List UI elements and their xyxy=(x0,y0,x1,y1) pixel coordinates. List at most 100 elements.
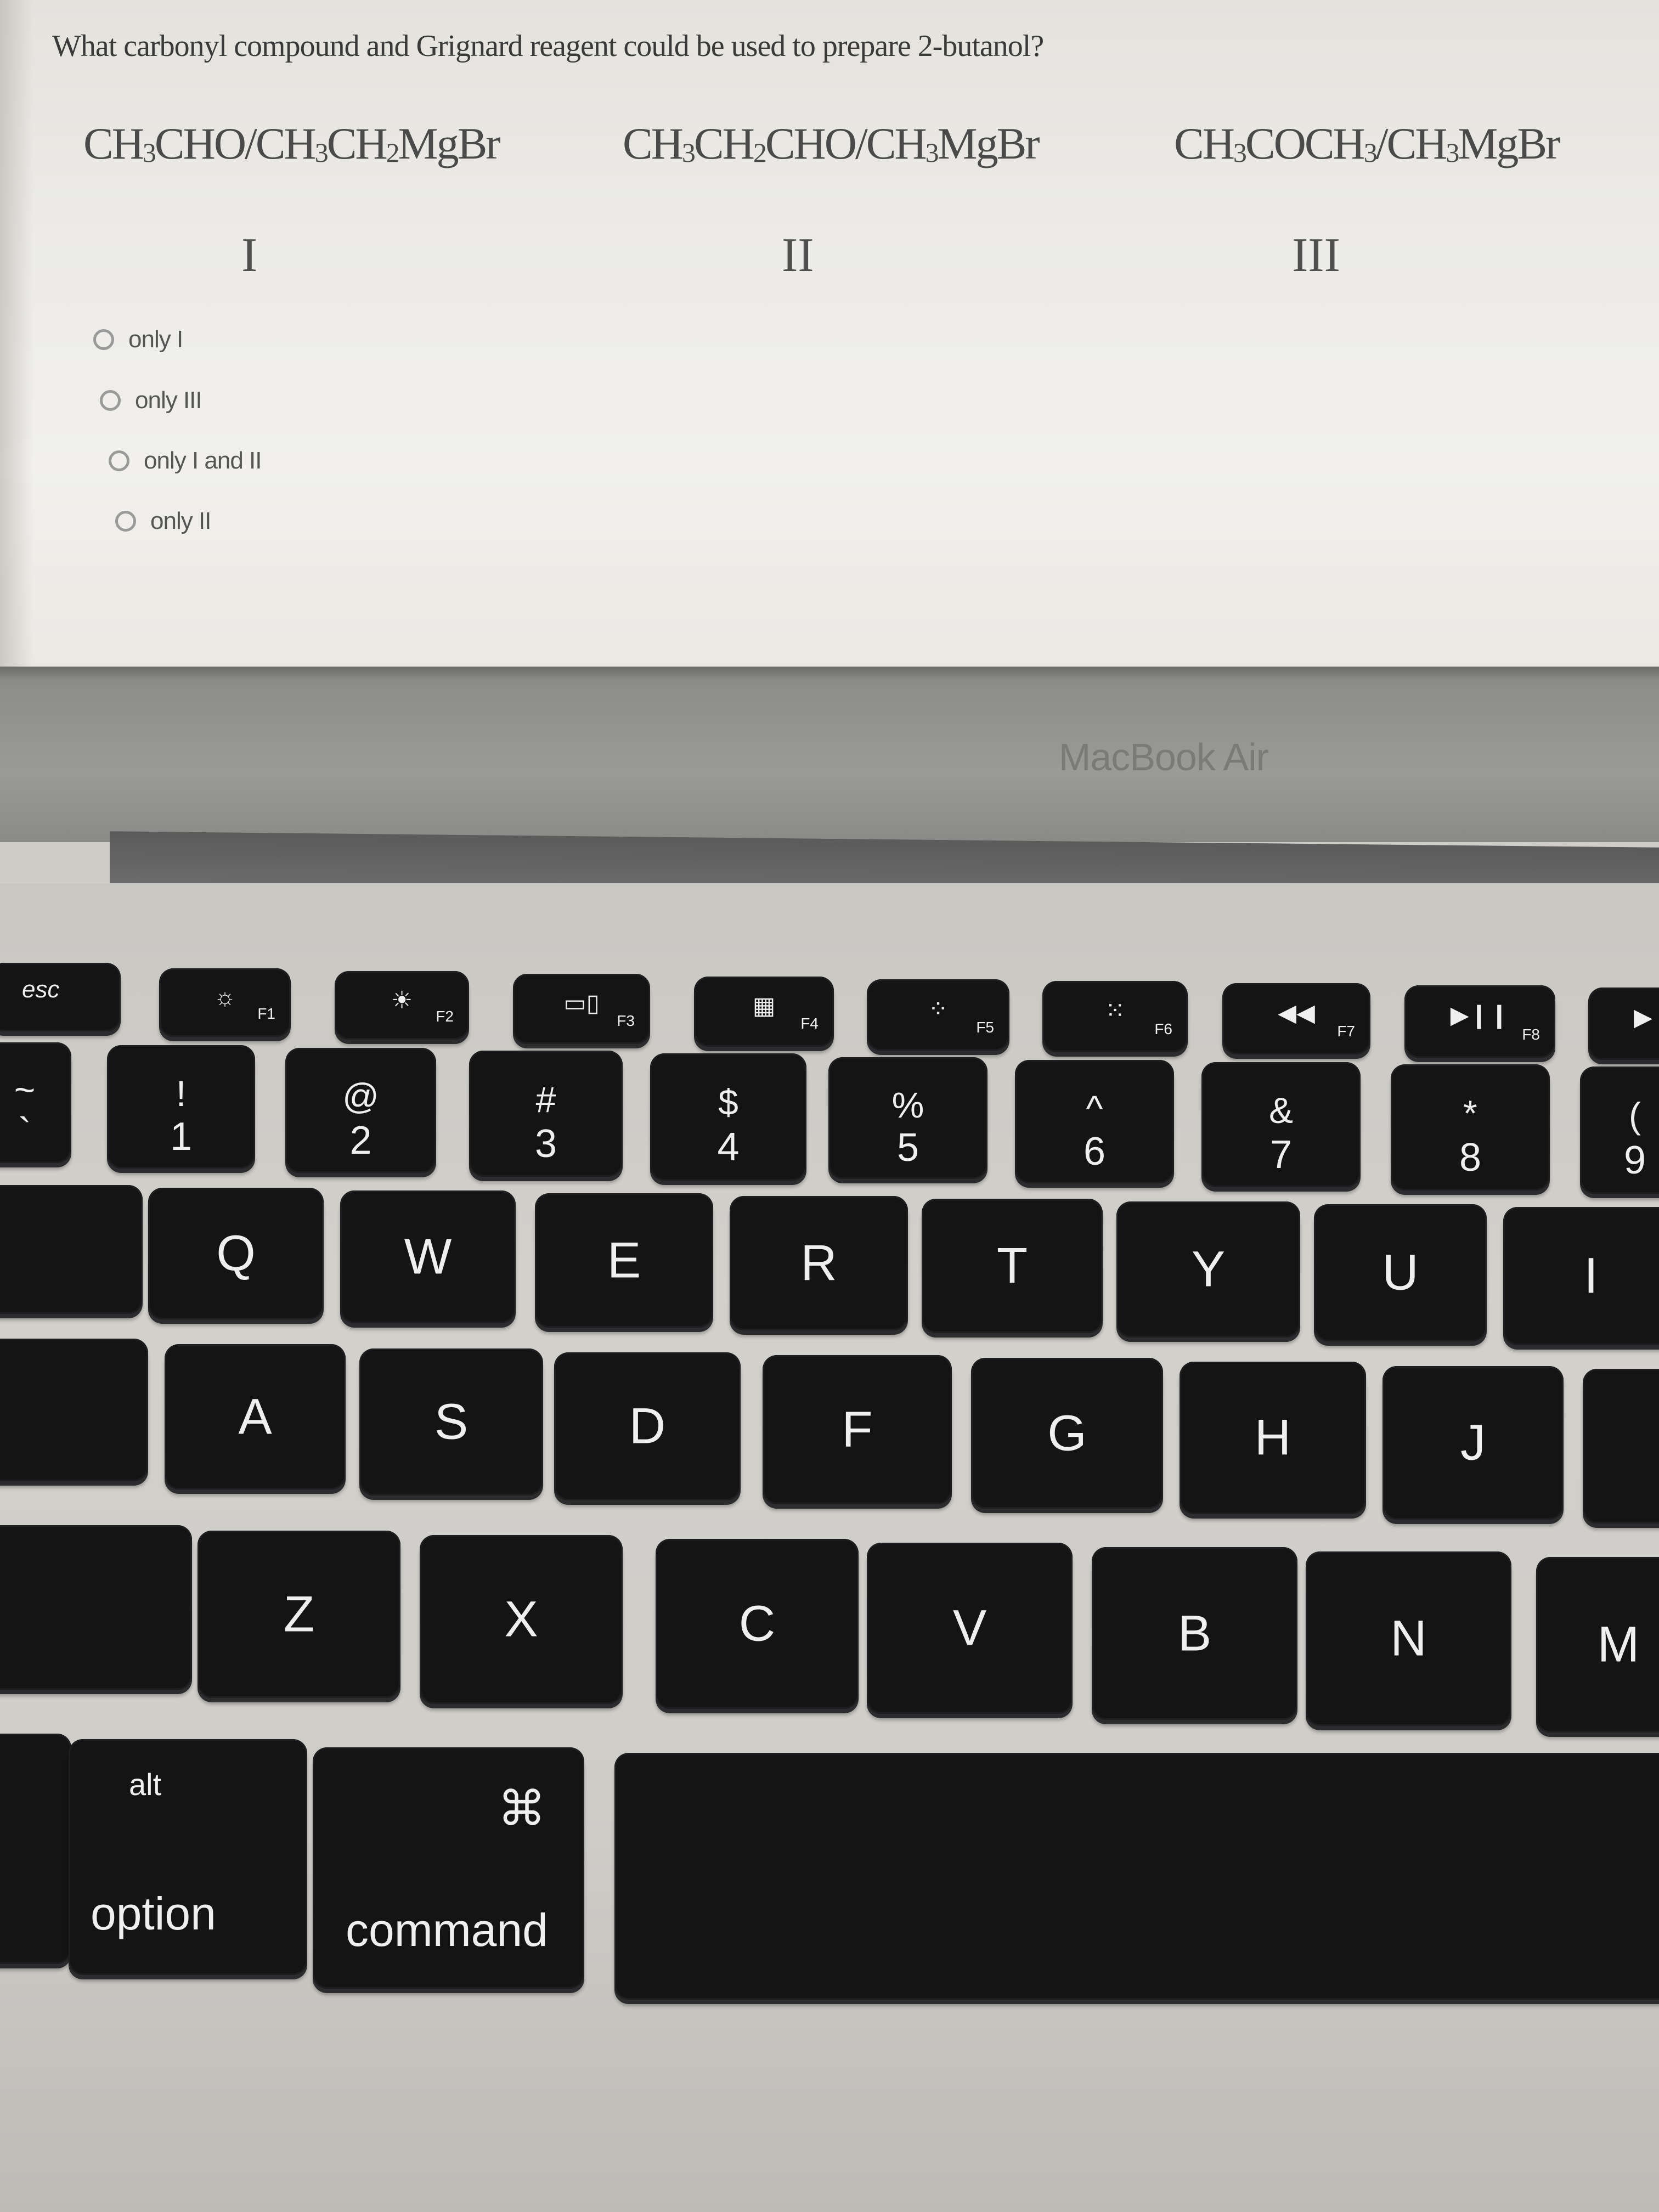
radio-button[interactable] xyxy=(109,450,129,471)
key-s[interactable]: S xyxy=(359,1348,543,1496)
key-y[interactable]: Y xyxy=(1116,1201,1300,1338)
key-char: C xyxy=(738,1595,776,1652)
fast-forward-icon: ▶ xyxy=(1634,1004,1652,1031)
key-space[interactable] xyxy=(614,1753,1659,2000)
key-option[interactable]: alt option xyxy=(69,1739,307,1975)
key-h[interactable]: H xyxy=(1180,1362,1366,1514)
option-label: only I xyxy=(128,326,183,353)
key-fn-label: F8 xyxy=(1522,1026,1540,1043)
key-char: 6 xyxy=(1083,1130,1106,1173)
key-x[interactable]: X xyxy=(420,1535,623,1704)
key-shift-left[interactable] xyxy=(0,1525,192,1690)
key-t[interactable]: T xyxy=(922,1199,1103,1333)
formula-text: CHO/CH xyxy=(765,119,927,168)
key-backtick[interactable]: ~ ` xyxy=(0,1042,71,1163)
key-fn-label: F2 xyxy=(436,1008,454,1025)
key-u[interactable]: U xyxy=(1314,1204,1487,1341)
choice-numeral-2: II xyxy=(782,229,814,282)
formula-text: CH xyxy=(83,119,144,168)
key-3[interactable]: # 3 xyxy=(469,1051,623,1177)
key-e[interactable]: E xyxy=(535,1193,713,1328)
key-f8[interactable]: ▶❙❙ F8 xyxy=(1404,985,1555,1058)
answer-option-only-iii[interactable]: only III xyxy=(100,387,202,414)
key-fn-label: F1 xyxy=(257,1005,275,1022)
formula-text: CHO/CH xyxy=(154,119,317,168)
key-f4[interactable]: ▦ F4 xyxy=(694,977,834,1047)
formula-subscript: 2 xyxy=(753,137,767,168)
key-i[interactable]: I xyxy=(1503,1207,1659,1345)
radio-button[interactable] xyxy=(100,390,121,411)
key-fn-label: F6 xyxy=(1154,1020,1172,1037)
choice-numeral-3: III xyxy=(1292,229,1340,282)
radio-button[interactable] xyxy=(93,329,114,350)
formula-text: CH xyxy=(623,119,684,168)
key-char: H xyxy=(1254,1409,1291,1466)
key-caps-lock[interactable] xyxy=(0,1339,148,1481)
key-char: D xyxy=(629,1398,666,1454)
key-f2[interactable]: ☀ F2 xyxy=(335,971,469,1040)
option-label: only I and II xyxy=(144,447,262,474)
formula-subscript: 3 xyxy=(1233,137,1247,168)
key-f5[interactable]: ⁘ F5 xyxy=(867,979,1009,1051)
key-z[interactable]: Z xyxy=(198,1531,400,1698)
key-char: 2 xyxy=(349,1118,372,1163)
key-6[interactable]: ^ 6 xyxy=(1015,1060,1174,1183)
key-g[interactable]: G xyxy=(971,1358,1163,1509)
key-option-label: option xyxy=(91,1888,216,1939)
key-char: 4 xyxy=(717,1125,740,1169)
formula-text: COCH xyxy=(1245,119,1365,168)
key-a[interactable]: A xyxy=(165,1344,346,1489)
key-char: Q xyxy=(216,1225,256,1282)
key-f7[interactable]: ◀◀ F7 xyxy=(1222,983,1370,1054)
key-char: R xyxy=(800,1235,837,1291)
key-n[interactable]: N xyxy=(1306,1551,1511,1726)
key-label: esc xyxy=(22,976,60,1003)
key-esc[interactable]: esc xyxy=(0,963,121,1031)
key-tab[interactable] xyxy=(0,1185,143,1314)
play-pause-icon: ▶❙❙ xyxy=(1450,1002,1510,1029)
key-r[interactable]: R xyxy=(730,1196,908,1330)
key-char: J xyxy=(1460,1414,1486,1471)
key-shift-char: ^ xyxy=(1086,1087,1103,1128)
key-shift-char: ( xyxy=(1629,1095,1641,1136)
key-command[interactable]: ⌘ command xyxy=(313,1747,584,1989)
key-1[interactable]: ! 1 xyxy=(107,1045,255,1169)
key-shift-char: # xyxy=(535,1079,556,1120)
key-f[interactable]: F xyxy=(763,1355,952,1504)
answer-option-only-i-and-ii[interactable]: only I and II xyxy=(109,447,262,475)
key-8[interactable]: * 8 xyxy=(1391,1064,1550,1190)
answer-option-only-ii[interactable]: only II xyxy=(115,507,211,535)
key-2[interactable]: @ 2 xyxy=(285,1048,436,1173)
answer-option-only-i[interactable]: only I xyxy=(93,326,183,353)
key-char: F xyxy=(842,1401,873,1458)
key-control[interactable] xyxy=(0,1734,71,1964)
key-b[interactable]: B xyxy=(1092,1547,1297,1720)
key-char: W xyxy=(404,1228,452,1285)
choice-formula-3: CH3COCH3/CH3MgBr xyxy=(1174,118,1560,170)
key-command-label: command xyxy=(346,1904,548,1956)
key-c[interactable]: C xyxy=(656,1539,859,1709)
key-m[interactable]: M xyxy=(1536,1557,1659,1733)
key-k[interactable] xyxy=(1583,1369,1659,1523)
key-char: E xyxy=(607,1232,641,1288)
radio-button[interactable] xyxy=(115,511,136,532)
key-9[interactable]: ( 9 xyxy=(1580,1066,1659,1194)
key-f9[interactable]: ▶ xyxy=(1588,988,1659,1060)
quiz-screen: What carbonyl compound and Grignard reag… xyxy=(0,0,1659,667)
key-j[interactable]: J xyxy=(1383,1366,1564,1520)
key-f3[interactable]: ▭▯ F3 xyxy=(513,974,650,1044)
key-f6[interactable]: ⁙ F6 xyxy=(1042,981,1188,1052)
key-5[interactable]: % 5 xyxy=(828,1057,988,1179)
key-shift-char: ! xyxy=(176,1073,187,1114)
key-v[interactable]: V xyxy=(867,1543,1073,1714)
key-w[interactable]: W xyxy=(340,1190,516,1323)
key-7[interactable]: & 7 xyxy=(1201,1062,1361,1187)
key-4[interactable]: $ 4 xyxy=(650,1053,806,1181)
key-q[interactable]: Q xyxy=(148,1188,324,1319)
formula-text: MgBr xyxy=(1458,119,1560,168)
key-char: ` xyxy=(18,1110,31,1155)
key-f1[interactable]: ☼ F1 xyxy=(159,968,291,1037)
formula-subscript: 2 xyxy=(386,137,400,168)
formula-text: MgBr xyxy=(398,119,501,168)
key-d[interactable]: D xyxy=(554,1352,741,1500)
